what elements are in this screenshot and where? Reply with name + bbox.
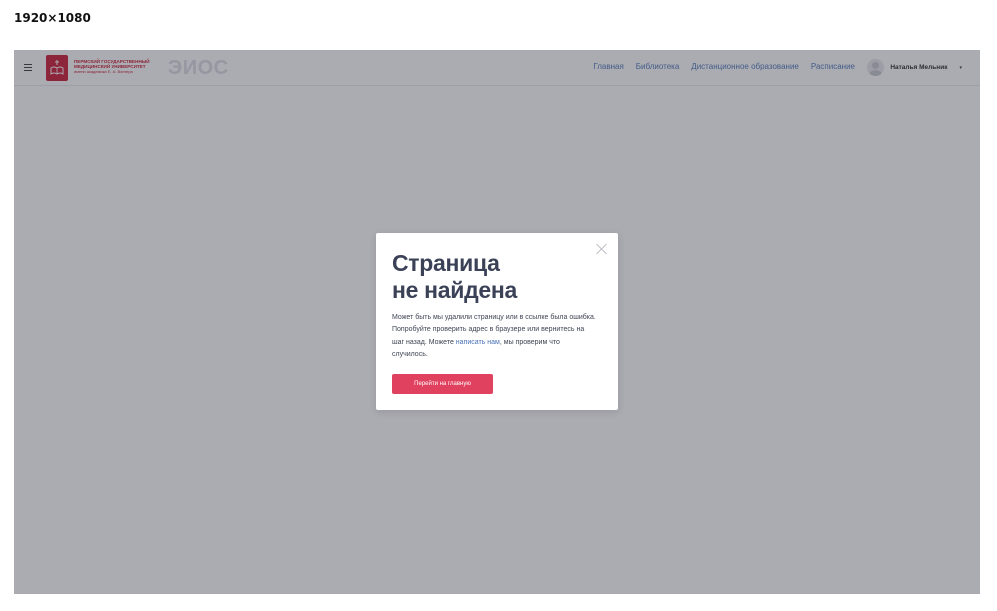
modal-description: Может быть мы удалили страницу или в ссы…	[392, 312, 597, 362]
close-icon[interactable]	[595, 243, 607, 255]
go-home-button[interactable]: Перейти на главную	[392, 374, 493, 394]
not-found-modal: Страница не найдена Может быть мы удалил…	[376, 233, 618, 410]
modal-title-line1: Страница	[392, 250, 500, 276]
modal-title-line2: не найдена	[392, 277, 517, 303]
modal-title: Страница не найдена	[392, 250, 592, 304]
resolution-label: 1920×1080	[14, 11, 91, 25]
write-us-link[interactable]: написать нам	[456, 339, 500, 346]
app-frame: ПЕРМСКИЙ ГОСУДАРСТВЕННЫЙ МЕДИЦИНСКИЙ УНИ…	[14, 50, 980, 594]
